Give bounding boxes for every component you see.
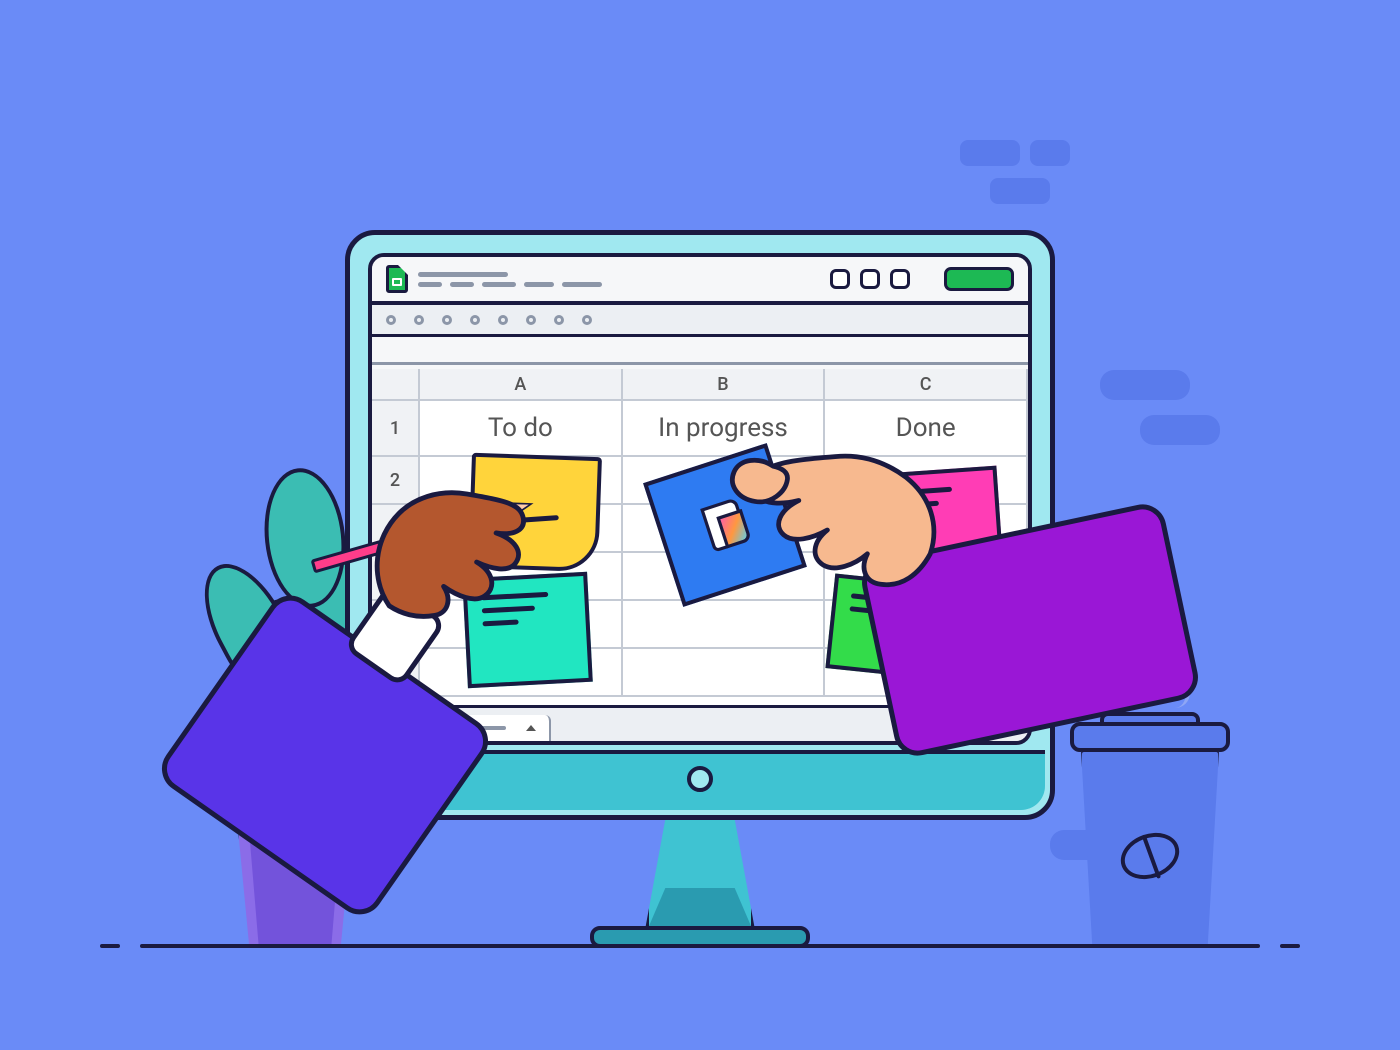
toolbar-item-icon bbox=[386, 315, 396, 325]
toolbar-item-icon bbox=[526, 315, 536, 325]
app-titlebar bbox=[372, 257, 1028, 305]
formula-bar bbox=[372, 337, 1028, 365]
toolbar-item-icon bbox=[442, 315, 452, 325]
google-sheets-icon bbox=[386, 265, 408, 293]
toolbar-item-icon bbox=[470, 315, 480, 325]
coffee-cup-illustration bbox=[1070, 688, 1230, 948]
bg-brick bbox=[990, 178, 1050, 204]
left-hand-illustration bbox=[360, 460, 535, 635]
monitor-power-button-icon bbox=[687, 766, 713, 792]
toolbar-item-icon bbox=[414, 315, 424, 325]
ground-line bbox=[140, 944, 1260, 948]
window-button-icon bbox=[860, 269, 880, 289]
bg-brick bbox=[1030, 140, 1070, 166]
toolbar-item-icon bbox=[582, 315, 592, 325]
toolbar-item-icon bbox=[554, 315, 564, 325]
kanban-header-todo: To do bbox=[420, 401, 623, 457]
bg-brick bbox=[1140, 415, 1220, 445]
bg-brick bbox=[1100, 370, 1190, 400]
window-button-icon bbox=[890, 269, 910, 289]
column-header: C bbox=[825, 369, 1028, 401]
column-header: A bbox=[420, 369, 623, 401]
toolbar-item-icon bbox=[498, 315, 508, 325]
column-header: B bbox=[623, 369, 826, 401]
right-hand-illustration bbox=[720, 430, 950, 630]
share-button-icon bbox=[944, 267, 1014, 291]
toolbar bbox=[372, 305, 1028, 337]
document-title-placeholder bbox=[418, 272, 602, 287]
row-header: 1 bbox=[372, 401, 420, 457]
bg-brick bbox=[960, 140, 1020, 166]
window-button-icon bbox=[830, 269, 850, 289]
